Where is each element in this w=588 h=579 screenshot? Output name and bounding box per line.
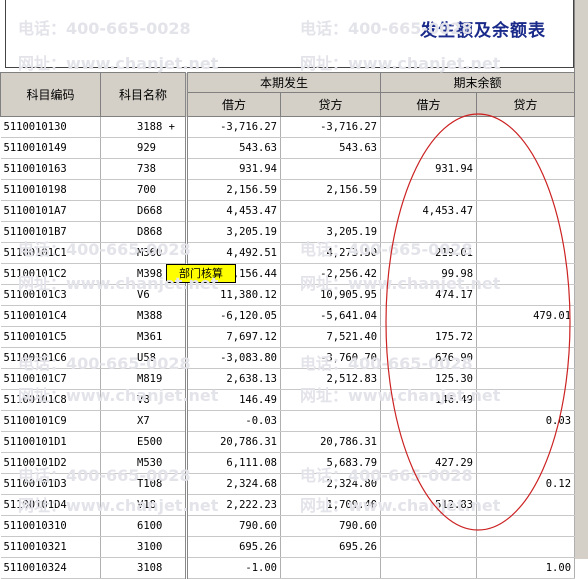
account-code-cell[interactable]: 5110010324 — [0, 557, 101, 579]
account-name-cell[interactable]: 3108 — [100, 557, 188, 579]
table-row[interactable]: 5110010324 3108 -1.00 1.00 — [0, 557, 576, 579]
ending-debit-cell[interactable] — [380, 557, 478, 579]
current-credit-cell[interactable] — [280, 557, 382, 579]
current-debit-cell[interactable]: -1.00 — [186, 557, 281, 579]
red-annotation-ellipse — [385, 113, 571, 531]
ending-credit-cell[interactable]: 1.00 — [476, 557, 576, 579]
